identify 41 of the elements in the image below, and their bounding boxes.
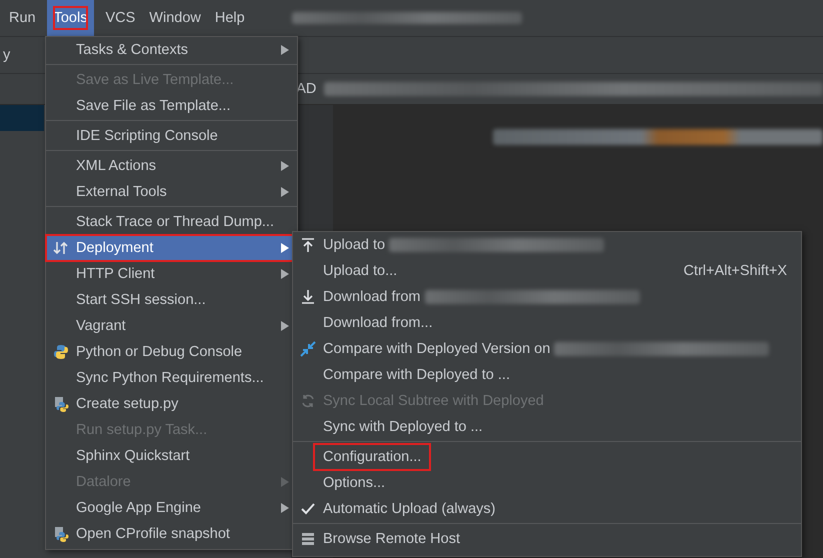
upload-arrow-icon [300, 237, 316, 253]
sync-arrows-icon [300, 393, 316, 409]
python-logo-icon [53, 344, 69, 360]
menu-item[interactable]: External Tools [46, 179, 297, 205]
menu-item[interactable]: Configuration... [293, 444, 801, 470]
submenu-arrow-icon [281, 269, 289, 279]
menu-item[interactable]: XML Actions [46, 153, 297, 179]
menu-item[interactable]: Save File as Template... [46, 93, 297, 119]
menu-bar-item[interactable]: VCS [98, 0, 142, 36]
menu-item[interactable]: Tasks & Contexts [46, 37, 297, 63]
server-rack-icon [300, 531, 316, 547]
menu-item[interactable]: Stack Trace or Thread Dump... [46, 209, 297, 235]
submenu-arrow-icon [281, 243, 289, 253]
submenu-arrow-icon [281, 161, 289, 171]
submenu-arrow-icon [281, 187, 289, 197]
menu-bar-item[interactable]: Run [2, 0, 43, 36]
menu-bar-item[interactable]: Tools [46, 0, 94, 36]
python-file-icon [53, 396, 69, 412]
menu-item[interactable]: Download from [293, 284, 801, 310]
compare-arrows-icon [300, 341, 316, 357]
submenu-arrow-icon [281, 45, 289, 55]
download-arrow-icon [300, 289, 316, 305]
menu-item[interactable]: Automatic Upload (always) [293, 496, 801, 522]
menu-item[interactable]: IDE Scripting Console [46, 123, 297, 149]
menu-item[interactable]: Upload to... Ctrl+Alt+Shift+X [293, 258, 801, 284]
menu-item[interactable]: Browse Remote Host [293, 526, 801, 552]
up-down-arrows-icon [53, 240, 69, 256]
menu-item[interactable]: Sync with Deployed to ... [293, 414, 801, 440]
menu-item[interactable]: Download from... [293, 310, 801, 336]
submenu-arrow-icon [281, 477, 289, 487]
selected-row-highlight [0, 105, 44, 131]
menu-bar-item[interactable]: Window [142, 0, 208, 36]
menu-item[interactable]: Compare with Deployed to ... [293, 362, 801, 388]
toolbar-text: y [3, 47, 10, 63]
menu-bar-item[interactable]: Help [208, 0, 252, 36]
shortcut-text: Ctrl+Alt+Shift+X [683, 263, 787, 279]
menu-item[interactable]: Options... [293, 470, 801, 496]
submenu-arrow-icon [281, 321, 289, 331]
menu-item[interactable]: Compare with Deployed Version on [293, 336, 801, 362]
submenu-arrow-icon [281, 503, 289, 513]
python-file-icon [53, 526, 69, 542]
